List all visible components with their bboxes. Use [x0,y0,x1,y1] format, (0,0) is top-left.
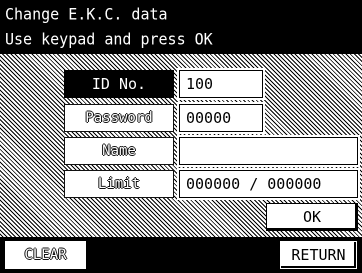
ok-button[interactable]: OK [266,203,358,231]
ekc-change-screen: Change E.K.C. data Use keypad and press … [0,0,362,273]
id-number-label[interactable]: ID No. [64,70,174,98]
password-field[interactable]: 00000 [177,102,265,134]
limit-label[interactable]: Limit [64,170,174,198]
return-button[interactable]: RETURN [280,241,357,269]
header-bar: Change E.K.C. data Use keypad and press … [0,0,362,54]
screen-title: Change E.K.C. data [5,5,168,24]
name-field[interactable] [177,135,360,167]
name-label[interactable]: Name [64,137,174,165]
id-number-field[interactable]: 100 [177,68,265,100]
clear-button[interactable]: CLEAR [5,241,86,269]
limit-field[interactable]: 000000 / 000000 [177,168,360,200]
instruction-text: Use keypad and press OK [5,30,213,49]
password-label[interactable]: Password [64,104,174,132]
